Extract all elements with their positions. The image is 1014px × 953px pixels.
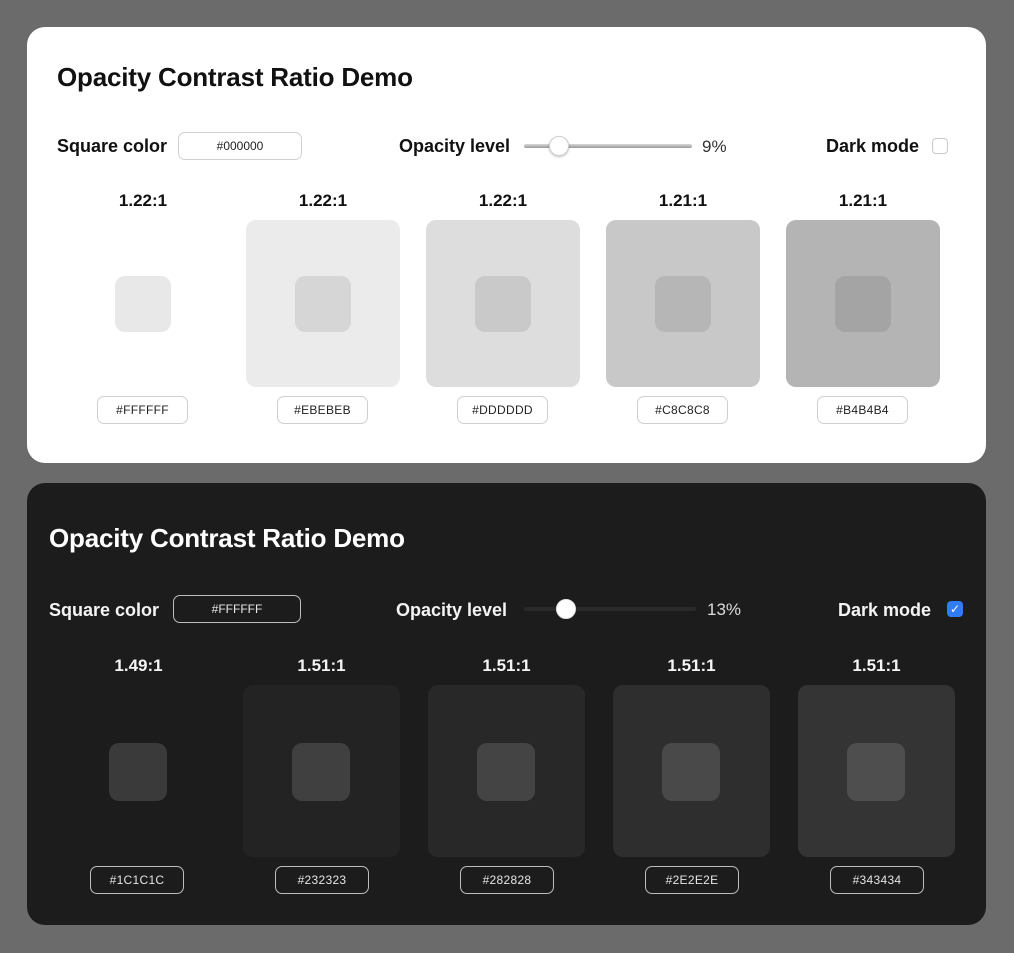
dark-mode-checkbox[interactable]: [932, 138, 948, 154]
hex-value-pill: #C8C8C8: [637, 396, 728, 424]
square-color-input[interactable]: [178, 132, 302, 160]
opacity-square: [109, 743, 167, 801]
hex-value-pill: #DDDDDD: [457, 396, 548, 424]
opacity-square: [847, 743, 905, 801]
opacity-slider[interactable]: [524, 599, 696, 619]
opacity-square: [477, 743, 535, 801]
square-color-input[interactable]: [173, 595, 301, 623]
slider-thumb[interactable]: [556, 599, 576, 619]
hex-value-pill: #EBEBEB: [277, 396, 368, 424]
checkmark-icon: ✓: [949, 602, 961, 616]
opacity-square: [835, 276, 891, 332]
opacity-square: [292, 743, 350, 801]
hex-value-pill: #2E2E2E: [645, 866, 739, 894]
contrast-ratio-label: 1.51:1: [482, 656, 531, 675]
opacity-percent: 9%: [702, 137, 727, 156]
opacity-slider[interactable]: [524, 136, 692, 156]
background-swatch: [606, 220, 760, 387]
light-demo-panel: Opacity Contrast Ratio Demo Square color…: [27, 27, 986, 463]
hex-value-pill: #282828: [460, 866, 554, 894]
opacity-square: [655, 276, 711, 332]
slider-track: [524, 607, 696, 611]
contrast-ratio-label: 1.21:1: [658, 191, 708, 210]
hex-value-pill: #B4B4B4: [817, 396, 908, 424]
contrast-ratio-label: 1.22:1: [478, 191, 528, 210]
contrast-ratio-label: 1.22:1: [298, 191, 348, 210]
hex-value-pill: #232323: [275, 866, 369, 894]
contrast-ratio-label: 1.51:1: [297, 656, 346, 675]
opacity-level-label: Opacity level: [399, 136, 511, 156]
background-swatch: [798, 685, 955, 857]
square-color-label: Square color: [57, 136, 168, 156]
background-swatch: [60, 685, 217, 857]
dark-mode-label: Dark mode: [826, 136, 920, 156]
opacity-percent: 13%: [707, 600, 742, 619]
opacity-level-label: Opacity level: [396, 600, 508, 620]
opacity-square: [295, 276, 351, 332]
panel-title: Opacity Contrast Ratio Demo: [49, 523, 405, 553]
background-swatch: [786, 220, 940, 387]
background-swatch: [66, 220, 220, 387]
background-swatch: [243, 685, 400, 857]
contrast-ratio-label: 1.49:1: [114, 656, 163, 675]
background-swatch: [426, 220, 580, 387]
dark-mode-checkbox[interactable]: ✓: [947, 601, 963, 617]
opacity-square: [475, 276, 531, 332]
square-color-label: Square color: [49, 600, 160, 620]
hex-value-pill: #343434: [830, 866, 924, 894]
opacity-square: [662, 743, 720, 801]
hex-value-pill: #FFFFFF: [97, 396, 188, 424]
contrast-ratio-label: 1.21:1: [838, 191, 888, 210]
panel-title: Opacity Contrast Ratio Demo: [57, 62, 413, 92]
background-swatch: [613, 685, 770, 857]
contrast-ratio-label: 1.22:1: [118, 191, 168, 210]
contrast-ratio-label: 1.51:1: [852, 656, 901, 675]
contrast-ratio-label: 1.51:1: [667, 656, 716, 675]
background-swatch: [428, 685, 585, 857]
hex-value-pill: #1C1C1C: [90, 866, 184, 894]
dark-demo-panel: Opacity Contrast Ratio Demo Square color…: [27, 483, 986, 925]
opacity-square: [115, 276, 171, 332]
background-swatch: [246, 220, 400, 387]
slider-thumb[interactable]: [549, 136, 569, 156]
dark-mode-label: Dark mode: [838, 600, 932, 620]
